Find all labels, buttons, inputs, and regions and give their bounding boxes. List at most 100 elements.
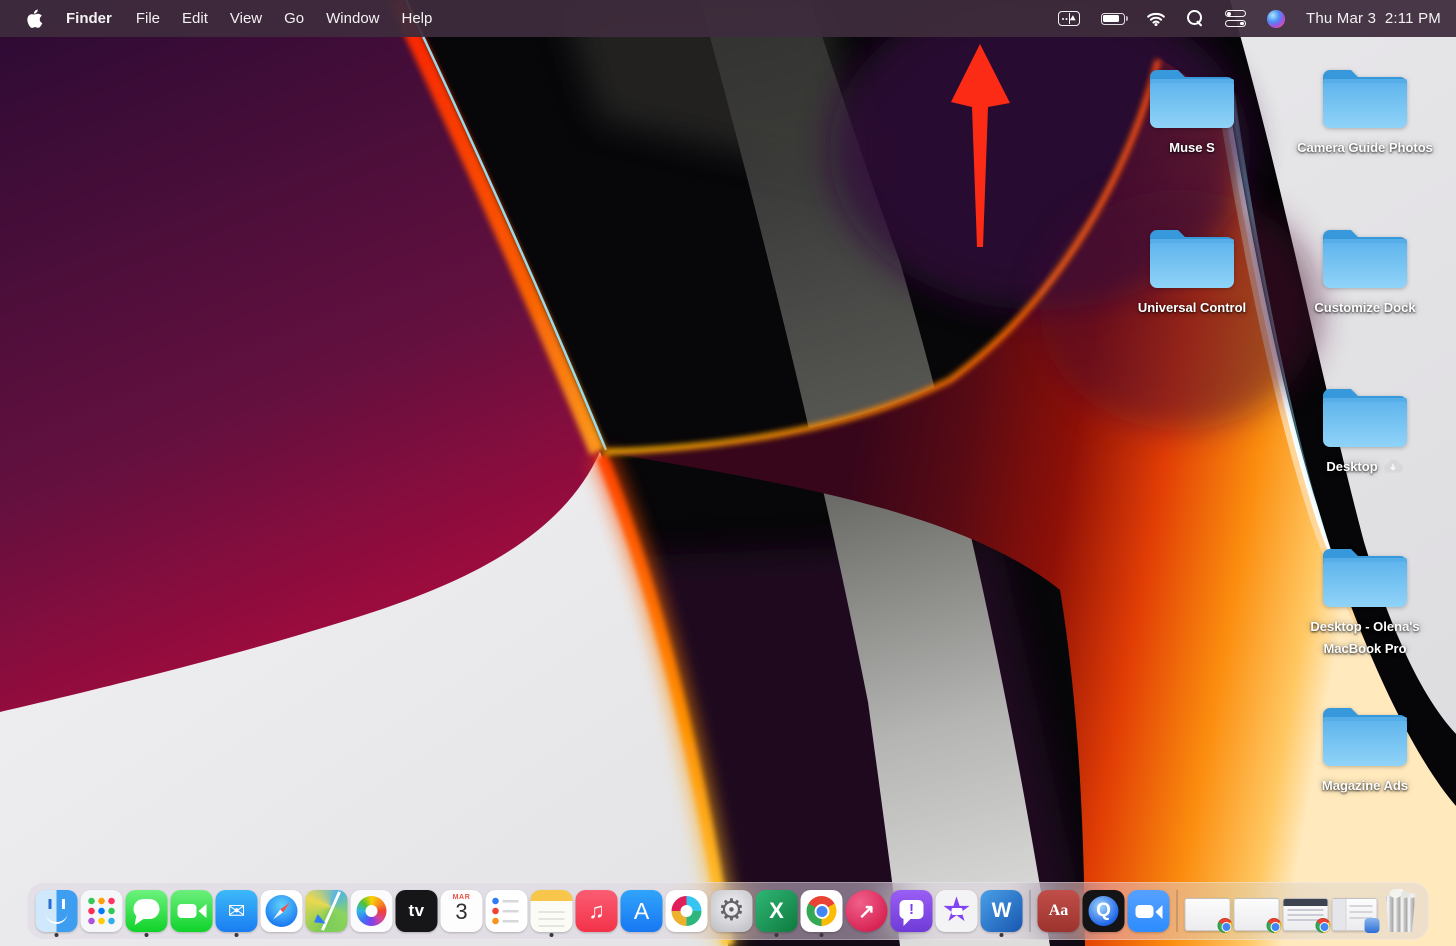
zoom-icon <box>1127 890 1170 932</box>
battery-fill <box>1103 15 1120 22</box>
toggle-pill <box>1224 19 1246 27</box>
folder-label: Camera Guide Photos <box>1297 140 1433 155</box>
desktop-folder-universal-control[interactable]: Universal Control <box>1104 222 1280 320</box>
menu-bar-clock[interactable]: Thu Mar 3 2:11 PM <box>1306 10 1441 27</box>
battery-icon[interactable] <box>1100 12 1129 25</box>
dock-trash[interactable] <box>1381 883 1421 939</box>
desktop-folder-desktop[interactable]: Desktop <box>1277 381 1453 479</box>
launchpad-icon <box>80 890 123 932</box>
running-indicator <box>54 933 59 937</box>
dock-maps[interactable] <box>305 883 348 939</box>
dock-reminders[interactable] <box>485 883 528 939</box>
dock-imovie[interactable]: ★ <box>935 883 978 939</box>
dock-separator <box>1176 890 1178 932</box>
imovie-icon: ★ <box>935 890 978 932</box>
apple-menu[interactable] <box>16 9 53 29</box>
dock-messages[interactable] <box>125 883 168 939</box>
dock-notes[interactable] <box>530 883 573 939</box>
dictionary-icon: Aa <box>1037 890 1080 932</box>
running-indicator <box>999 933 1004 937</box>
chrome-icon <box>800 890 843 932</box>
chrome-badge-icon <box>1217 918 1233 933</box>
folder-icon <box>1323 548 1407 607</box>
desktop-folder-customize-dock[interactable]: Customize Dock <box>1277 222 1453 320</box>
folder-label: Universal Control <box>1137 299 1247 315</box>
folder-label: Customize Dock <box>1314 299 1416 315</box>
menu-finder[interactable]: Finder <box>53 0 125 37</box>
minimized-window-document-icon <box>1331 898 1380 933</box>
display-mirroring-icon[interactable] <box>1057 11 1080 26</box>
folder-label: Muse S <box>1169 140 1215 155</box>
dock-minimized-window-chrome-3[interactable] <box>1282 883 1331 939</box>
dock-minimized-window-chrome-2[interactable] <box>1233 883 1282 939</box>
menu-items: Finder File Edit View Go Window Help <box>53 0 443 37</box>
display-cursor <box>1070 14 1078 23</box>
menu-go[interactable]: Go <box>273 0 315 37</box>
dock-music[interactable]: ♫ <box>575 883 618 939</box>
status-area: Thu Mar 3 2:11 PM <box>1057 9 1456 28</box>
music-icon: ♫ <box>575 890 618 932</box>
dock-dictionary[interactable]: Aa <box>1037 883 1080 939</box>
slack-icon <box>665 890 708 932</box>
systempreferences-icon: ⚙ <box>710 890 753 932</box>
folder-label: Desktop <box>1326 459 1378 474</box>
chrome-badge-icon <box>1315 918 1331 933</box>
desktop-screen: Muse S Camera Guide Photos Universal Con… <box>0 0 1456 946</box>
dock-calendar[interactable]: MAR 3 <box>440 883 483 939</box>
dock-appstore[interactable]: A <box>620 883 663 939</box>
control-center-icon[interactable] <box>1224 10 1246 27</box>
dock-minimized-window-chrome-1[interactable] <box>1184 883 1233 939</box>
reminders-icon <box>485 890 528 932</box>
dock-photos[interactable] <box>350 883 393 939</box>
calendar-icon: MAR 3 <box>440 890 483 932</box>
desktop-folder-camera-guide-photos[interactable]: Camera Guide Photos <box>1277 62 1453 160</box>
dock-zoom[interactable] <box>1127 883 1170 939</box>
skitch-icon: ↗ <box>845 890 888 932</box>
dock-facetime[interactable] <box>170 883 213 939</box>
menu-help[interactable]: Help <box>391 0 444 37</box>
running-indicator <box>549 933 554 937</box>
folder-label: Magazine Ads <box>1321 778 1409 793</box>
desktop-folder-desktop-olena-s-macbook-pro[interactable]: Desktop - Olena's MacBook Pro <box>1277 541 1453 662</box>
wifi-icon[interactable] <box>1146 11 1166 26</box>
toggle-pill <box>1224 10 1246 18</box>
dock-word[interactable]: W <box>980 883 1023 939</box>
running-indicator <box>144 933 149 937</box>
photos-icon <box>350 890 393 932</box>
finder-icon <box>35 890 78 932</box>
dock-launchpad[interactable] <box>80 883 123 939</box>
dock-separator <box>1029 890 1031 932</box>
dock-quicktime[interactable]: Q <box>1082 883 1125 939</box>
dock-skitch[interactable]: ↗ <box>845 883 888 939</box>
dock-chrome[interactable] <box>800 883 843 939</box>
minimized-window-chrome-3-icon <box>1282 898 1331 933</box>
dock: ✉ tvMAR3 ♫A ⚙X ↗!★W AaQ <box>26 882 1430 940</box>
quicktime-icon: Q <box>1082 890 1125 932</box>
menu-bar: Finder File Edit View Go Window Help Thu… <box>0 0 1456 37</box>
desktop-folder-muse-s[interactable]: Muse S <box>1104 62 1280 160</box>
appletv-icon: tv <box>395 890 438 932</box>
folder-label: Desktop - Olena's MacBook Pro <box>1310 618 1420 657</box>
dock-systempreferences[interactable]: ⚙ <box>710 883 753 939</box>
menu-window[interactable]: Window <box>315 0 390 37</box>
dock-finder[interactable] <box>35 883 78 939</box>
desktop-folder-magazine-ads[interactable]: Magazine Ads <box>1277 700 1453 798</box>
menu-edit[interactable]: Edit <box>171 0 219 37</box>
dock-mail[interactable]: ✉ <box>215 883 258 939</box>
notes-icon <box>530 890 573 932</box>
apple-logo-icon <box>27 9 43 28</box>
menu-file[interactable]: File <box>125 0 171 37</box>
dock-slack[interactable] <box>665 883 708 939</box>
siri-icon[interactable] <box>1266 9 1285 28</box>
minimized-window-chrome-2-icon <box>1233 898 1282 933</box>
folder-icon <box>1323 389 1407 447</box>
display-dots <box>1061 17 1064 20</box>
spotlight-search-icon[interactable] <box>1186 10 1204 27</box>
dock-safari[interactable] <box>260 883 303 939</box>
dock-excel[interactable]: X <box>755 883 798 939</box>
menu-view[interactable]: View <box>219 0 273 37</box>
dock-minimized-window-document[interactable] <box>1331 883 1380 939</box>
dock-appletv[interactable]: tv <box>395 883 438 939</box>
messages-icon <box>125 890 168 932</box>
dock-feedback[interactable]: ! <box>890 883 933 939</box>
